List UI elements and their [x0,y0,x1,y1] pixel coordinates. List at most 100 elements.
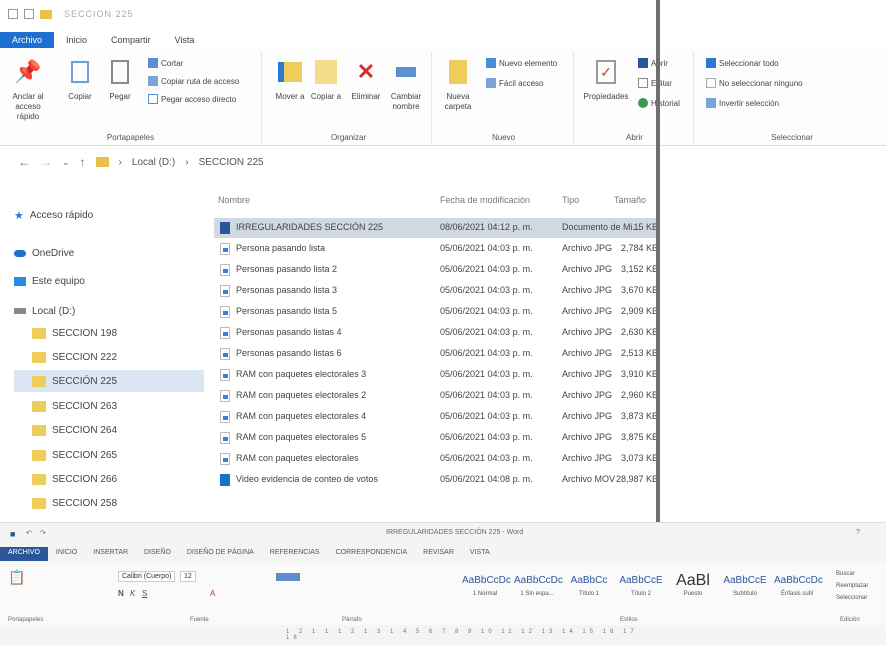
address-bar[interactable]: ← → ⌄ ↑ › Local (D:) › SECCION 225 [0,150,660,174]
list-icon[interactable] [276,573,300,581]
file-size: 2,513 KB [620,348,658,358]
recent-chevron-icon[interactable]: ⌄ [62,157,70,168]
copy-button[interactable]: Copiar [58,56,102,102]
copy-path-button[interactable]: Copiar ruta de acceso [148,76,239,86]
open-button[interactable]: Abrir [638,58,668,68]
file-row[interactable]: Personas pasando lista 5 05/06/2021 04:03… [214,302,660,322]
font-size-select[interactable]: 12 [180,571,196,582]
paste-button[interactable]: Pegar [98,56,142,102]
breadcrumb-drive[interactable]: Local (D:) [132,157,175,168]
nav-folder-263[interactable]: SECCION 263 [14,395,204,417]
edit-button[interactable]: Editar [638,78,672,88]
nav-onedrive[interactable]: OneDrive [14,242,204,264]
style-item[interactable]: AaBl Puesto [670,571,716,605]
style-sample: AaBbCc [570,575,608,586]
pin-quick-access-button[interactable]: 📌 Anclar al acceso rápido [6,56,50,122]
select-button[interactable]: Seleccionar [836,595,867,601]
column-header-size[interactable]: Tamaño [614,190,646,210]
ribbon: 📌 Anclar al acceso rápido Copiar Pegar C… [0,48,886,146]
word-tab-diseno-pagina[interactable]: DISEÑO DE PÁGINA [179,547,262,561]
style-item[interactable]: AaBbCcDc 1 Sin espa... [514,571,563,605]
column-header-date[interactable]: Fecha de modificación [440,190,530,210]
select-all-button[interactable]: Seleccionar todo [706,58,779,68]
style-item[interactable]: AaBbCcDc Énfasis sutil [774,571,823,605]
nav-folder-258[interactable]: SECCION 258 [14,492,204,514]
nav-folder-222[interactable]: SECCION 222 [14,346,204,368]
tab-compartir[interactable]: Compartir [99,32,163,48]
group-seleccionar: Seleccionar todo No seleccionar ninguno … [698,52,886,144]
nav-folder-265[interactable]: SECCION 265 [14,444,204,466]
word-tab-diseno[interactable]: DISEÑO [136,547,179,561]
file-row[interactable]: Video evidencia de conteo de votos 05/06/… [214,470,660,490]
file-row[interactable]: RAM con paquetes electorales 4 05/06/2021… [214,407,660,427]
nav-folder-264[interactable]: SECCION 264 [14,419,204,441]
group-nuevo: Nueva carpeta Nuevo elemento Fácil acces… [434,52,574,144]
file-date: 05/06/2021 04:03 p. m. [440,243,533,253]
back-arrow-icon[interactable]: ← [18,155,30,169]
font-color-icon[interactable]: A [210,589,215,598]
new-folder-button[interactable]: Nueva carpeta [436,56,480,112]
tab-inicio[interactable]: Inicio [54,32,99,48]
word-tab-inicio[interactable]: INICIO [48,547,85,561]
word-tab-archivo[interactable]: ARCHIVO [0,547,48,561]
underline-icon[interactable]: S [142,589,147,598]
folder-icon [32,449,46,461]
invert-selection-button[interactable]: Invertir selección [706,98,779,108]
column-header-name[interactable]: Nombre [218,190,250,210]
redo-icon[interactable]: ↷ [40,529,46,537]
file-row[interactable]: IRREGULARIDADES SECCIÓN 225 08/06/2021 04… [214,218,660,238]
style-item[interactable]: AaBbCcE Título 2 [618,571,664,605]
tab-archivo[interactable]: Archivo [0,32,55,48]
word-paste-icon[interactable]: 📋 [8,569,25,586]
easy-access-button[interactable]: Fácil acceso [486,78,543,88]
cut-button[interactable]: Cortar [148,58,183,68]
file-row[interactable]: RAM con paquetes electorales 5 05/06/2021… [214,428,660,448]
word-tab-correspondencia[interactable]: CORRESPONDENCIA [328,547,416,561]
copy-to-button[interactable]: Copiar a [304,56,348,102]
breadcrumb-folder[interactable]: SECCION 225 [199,157,264,168]
word-save-icon[interactable]: ■ [10,529,15,539]
style-item[interactable]: AaBbCcE Subtítulo [722,571,768,605]
file-row[interactable]: Personas pasando listas 6 05/06/2021 04:0… [214,344,660,364]
file-row[interactable]: Personas pasando lista 3 05/06/2021 04:03… [214,281,660,301]
word-tab-insertar[interactable]: INSERTAR [85,547,136,561]
file-row[interactable]: RAM con paquetes electorales 3 05/06/2021… [214,365,660,385]
undo-icon[interactable]: ↶ [26,529,32,537]
new-folder-icon[interactable] [24,9,34,19]
file-row[interactable]: RAM con paquetes electorales 05/06/2021 0… [214,449,660,469]
find-button[interactable]: Buscar [836,571,855,577]
bold-icon[interactable]: N [118,589,124,598]
nav-folder-225[interactable]: SECCIÓN 225 [14,370,204,392]
word-tab-referencias[interactable]: REFERENCIAS [262,547,328,561]
nav-drive[interactable]: Local (D:) [14,300,204,322]
word-tab-revisar[interactable]: REVISAR [415,547,462,561]
properties-icon[interactable] [8,9,18,19]
style-item[interactable]: AaBbCcDc 1 Normal [462,571,511,605]
style-item[interactable]: AaBbCc Título 1 [566,571,612,605]
file-date: 08/06/2021 04:12 p. m. [440,222,533,232]
replace-button[interactable]: Reemplazar [836,583,868,589]
select-none-button[interactable]: No seleccionar ninguno [706,78,803,88]
file-row[interactable]: Personas pasando lista 2 05/06/2021 04:03… [214,260,660,280]
tab-vista[interactable]: Vista [163,32,207,48]
delete-button[interactable]: ✕ Eliminar [344,56,388,102]
help-icon[interactable]: ? [856,529,860,536]
forward-arrow-icon[interactable]: → [40,155,52,169]
nav-quick-access[interactable]: ★ Acceso rápido [14,204,204,226]
properties-button[interactable]: ✓ Propiedades [578,56,634,102]
nav-this-pc[interactable]: Este equipo [14,270,204,292]
new-item-button[interactable]: Nuevo elemento [486,58,557,68]
column-header-type[interactable]: Tipo [562,190,579,210]
drive-icon [14,308,26,314]
paste-shortcut-button[interactable]: Pegar acceso directo [148,94,236,104]
italic-icon[interactable]: K [130,589,135,598]
rename-button[interactable]: Cambiar nombre [384,56,428,112]
nav-folder-266[interactable]: SECCION 266 [14,468,204,490]
up-arrow-icon[interactable]: ↑ [80,155,86,169]
nav-folder-198[interactable]: SECCION 198 [14,322,204,344]
word-tab-vista[interactable]: VISTA [462,547,498,561]
font-name-select[interactable]: Calibri (Cuerpo) [118,571,176,582]
file-row[interactable]: Personas pasando listas 4 05/06/2021 04:0… [214,323,660,343]
file-row[interactable]: Persona pasando lista 05/06/2021 04:03 p.… [214,239,660,259]
file-row[interactable]: RAM con paquetes electorales 2 05/06/2021… [214,386,660,406]
